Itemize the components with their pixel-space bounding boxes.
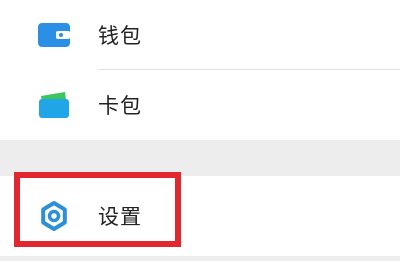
- gear-icon: [36, 200, 72, 232]
- menu-item-wallet[interactable]: 钱包: [0, 0, 400, 70]
- section-gap: [0, 140, 400, 176]
- me-page: 钱包 卡包 设置: [0, 0, 400, 261]
- card-pack-icon: [36, 89, 72, 121]
- wallet-card-group: 钱包 卡包: [0, 0, 400, 140]
- menu-item-label: 钱包: [98, 24, 142, 48]
- menu-item-settings[interactable]: 设置: [0, 176, 400, 256]
- menu-item-cards[interactable]: 卡包: [0, 70, 400, 140]
- wallet-icon: [36, 19, 72, 51]
- menu-item-label: 卡包: [98, 94, 142, 118]
- settings-group: 设置: [0, 176, 400, 256]
- menu-item-label: 设置: [98, 205, 142, 229]
